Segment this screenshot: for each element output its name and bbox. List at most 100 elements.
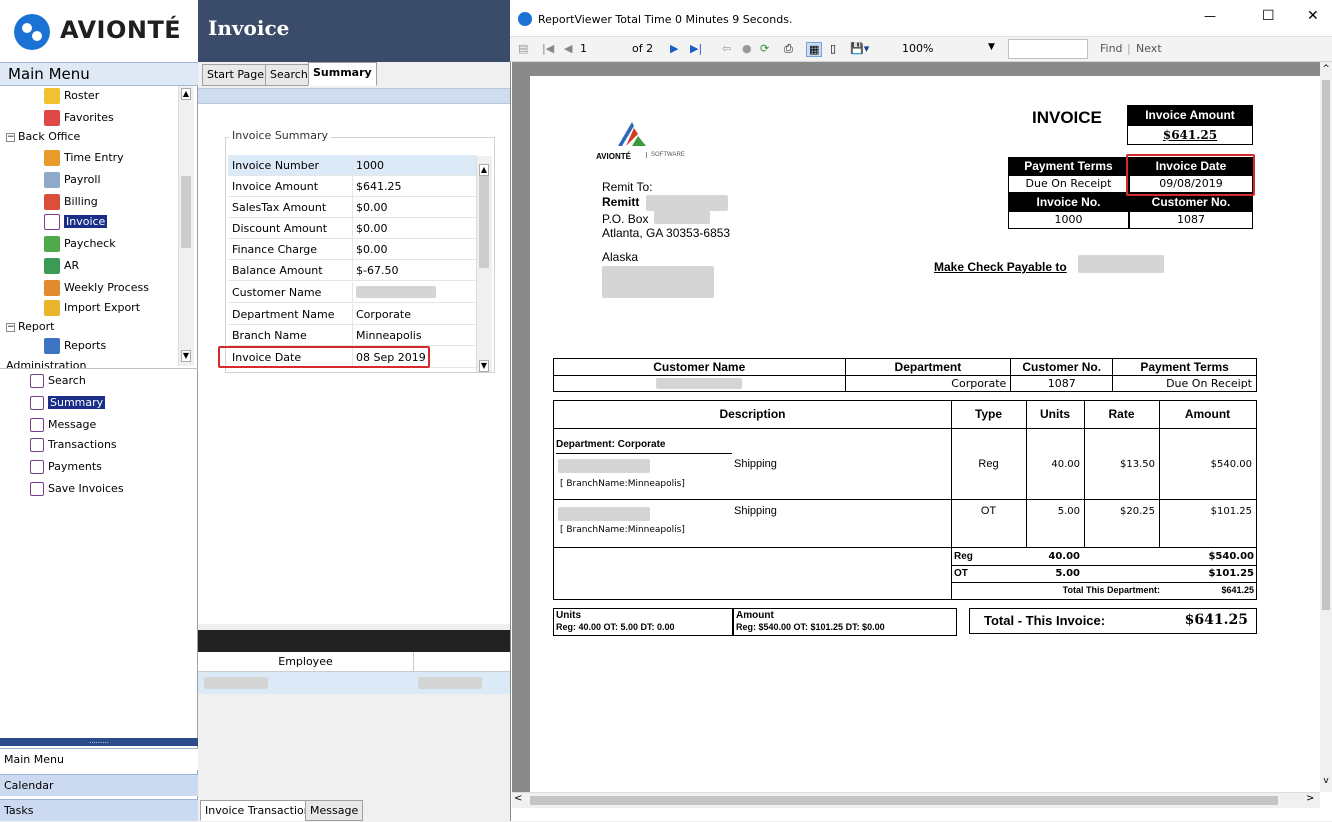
tab-search[interactable]: Search bbox=[265, 64, 313, 86]
nav-main-menu[interactable]: Main Menu bbox=[0, 748, 198, 770]
redacted-address bbox=[602, 266, 714, 298]
tree-item-roster[interactable]: Roster bbox=[44, 86, 99, 106]
print-layout-icon[interactable]: ▦ bbox=[806, 42, 823, 57]
report-horizontal-scrollbar[interactable]: < > bbox=[512, 792, 1320, 808]
invoice-amount-label: Invoice Amount bbox=[1127, 105, 1253, 125]
print-icon[interactable]: ⎙ bbox=[784, 42, 793, 56]
tab-invoice-transaction[interactable]: Invoice Transaction bbox=[200, 800, 316, 821]
remit-name: Remitt bbox=[602, 195, 640, 209]
invoice-date-highlight bbox=[218, 346, 430, 368]
stop-icon[interactable]: ● bbox=[742, 42, 752, 55]
payment-terms-value: Due On Receipt bbox=[1008, 175, 1129, 193]
tree-item-reports[interactable]: Reports bbox=[44, 336, 106, 356]
tree-group-administration[interactable]: Administration bbox=[6, 356, 87, 368]
tree-item-payroll[interactable]: Payroll bbox=[44, 170, 101, 190]
summary-row[interactable]: Invoice Number 1000 bbox=[228, 155, 476, 176]
scroll-up-icon[interactable]: ▲ bbox=[479, 164, 489, 176]
summary-row[interactable]: Finance Charge $0.00 bbox=[228, 239, 476, 260]
department-cell: Corporate bbox=[844, 375, 1012, 392]
back-icon[interactable]: ⇦ bbox=[722, 42, 731, 55]
sub-item-summary[interactable]: Summary bbox=[30, 393, 106, 413]
redacted-value bbox=[646, 195, 728, 211]
zoom-select[interactable]: 100% bbox=[902, 42, 933, 55]
line-units: 40.00 bbox=[1051, 459, 1080, 470]
invoice-no-value: 1000 bbox=[1008, 211, 1129, 229]
summary-scrollbar[interactable]: ▲ ▼ bbox=[476, 156, 492, 372]
nav-calendar[interactable]: Calendar bbox=[0, 774, 198, 796]
total-invoice-box: Total - This Invoice: $641.25 bbox=[969, 608, 1257, 634]
previous-page-icon[interactable]: ◀ bbox=[564, 42, 572, 55]
report-vertical-scrollbar[interactable]: ^ v bbox=[1320, 62, 1332, 792]
maximize-button[interactable]: ☐ bbox=[1262, 8, 1275, 24]
document-map-icon[interactable]: ▤ bbox=[518, 42, 528, 55]
tree-item-weekly-process[interactable]: Weekly Process bbox=[44, 278, 149, 298]
main-menu-tree: Roster Favorites − Back Office Time Entry… bbox=[0, 86, 198, 368]
tree-item-paycheck[interactable]: Paycheck bbox=[44, 234, 116, 254]
avionte-swoosh-icon bbox=[618, 122, 646, 146]
summary-row[interactable]: Discount Amount $0.00 bbox=[228, 218, 476, 239]
tree-item-time-entry[interactable]: Time Entry bbox=[44, 148, 124, 168]
scroll-thumb[interactable] bbox=[479, 176, 489, 268]
scroll-right-icon[interactable]: > bbox=[1306, 793, 1314, 804]
sub-item-message[interactable]: Message bbox=[30, 415, 96, 435]
scroll-up-icon[interactable]: ^ bbox=[1320, 64, 1332, 76]
scroll-left-icon[interactable]: < bbox=[514, 793, 522, 804]
line-description: Shipping bbox=[734, 458, 777, 470]
employee-column-header[interactable]: Employee bbox=[198, 652, 414, 672]
last-page-icon[interactable]: ▶| bbox=[690, 42, 702, 55]
tree-item-import-export[interactable]: Import Export bbox=[44, 298, 140, 318]
tab-start-page[interactable]: Start Page bbox=[202, 64, 269, 86]
tree-group-back-office[interactable]: − Back Office bbox=[6, 128, 80, 146]
sub-item-payments[interactable]: Payments bbox=[30, 457, 102, 477]
billing-icon bbox=[44, 194, 60, 210]
sub-item-transactions[interactable]: Transactions bbox=[30, 435, 117, 455]
refresh-icon[interactable]: ⟳ bbox=[760, 42, 769, 55]
summary-row[interactable]: Balance Amount $-67.50 bbox=[228, 260, 476, 281]
summary-row[interactable]: Invoice Amount $641.25 bbox=[228, 176, 476, 197]
save-invoices-page-icon bbox=[30, 482, 44, 496]
invoice-amount-value: $641.25 bbox=[1127, 125, 1253, 145]
tree-item-invoice[interactable]: Invoice bbox=[44, 212, 108, 232]
find-input[interactable] bbox=[1008, 39, 1088, 59]
scroll-thumb[interactable] bbox=[181, 176, 191, 248]
page-setup-icon[interactable]: ▯ bbox=[830, 42, 836, 55]
export-icon[interactable]: 💾▾ bbox=[850, 42, 869, 55]
tab-message[interactable]: Message bbox=[305, 800, 364, 821]
summary-row[interactable]: Department Name Corporate bbox=[228, 304, 476, 325]
next-page-icon[interactable]: ▶ bbox=[670, 42, 678, 55]
employee-grid-row[interactable] bbox=[198, 672, 510, 694]
scroll-thumb[interactable] bbox=[530, 796, 1278, 805]
scroll-down-icon[interactable]: ▼ bbox=[181, 350, 191, 362]
scroll-up-icon[interactable]: ▲ bbox=[181, 88, 191, 100]
tab-summary[interactable]: Summary bbox=[308, 62, 377, 86]
nav-tasks[interactable]: Tasks bbox=[0, 799, 198, 821]
collapse-icon[interactable]: − bbox=[6, 132, 15, 142]
scroll-thumb[interactable] bbox=[1322, 80, 1330, 610]
sub-item-save-invoices[interactable]: Save Invoices bbox=[30, 479, 124, 499]
scroll-down-icon[interactable]: ▼ bbox=[479, 360, 489, 372]
chevron-down-icon[interactable]: ▼ bbox=[988, 42, 995, 52]
tree-item-ar[interactable]: AR bbox=[44, 256, 79, 276]
app-icon bbox=[518, 12, 532, 26]
summary-row[interactable]: SalesTax Amount $0.00 bbox=[228, 197, 476, 218]
subtotal-type: Reg bbox=[954, 551, 973, 562]
splitter-grip[interactable]: ......... bbox=[0, 738, 198, 746]
first-page-icon[interactable]: |◀ bbox=[542, 42, 554, 55]
sub-item-search[interactable]: Search bbox=[30, 371, 86, 391]
minimize-button[interactable]: — bbox=[1204, 9, 1216, 23]
subtotal-amount: $101.25 bbox=[1208, 568, 1254, 579]
units-summary-value: Reg: 40.00 OT: 5.00 DT: 0.00 bbox=[556, 622, 675, 632]
summary-row[interactable]: Customer Name bbox=[228, 282, 476, 303]
line-amount: $101.25 bbox=[1210, 506, 1252, 517]
close-button[interactable]: ✕ bbox=[1307, 8, 1319, 24]
current-page-input[interactable]: 1 bbox=[580, 42, 587, 55]
tree-item-favorites[interactable]: Favorites bbox=[44, 108, 114, 128]
tree-scrollbar[interactable]: ▲ ▼ bbox=[178, 86, 194, 366]
scroll-down-icon[interactable]: v bbox=[1320, 776, 1332, 788]
summary-row[interactable]: Branch Name Minneapolis bbox=[228, 325, 476, 346]
find-link[interactable]: Find bbox=[1100, 42, 1123, 55]
tree-group-report[interactable]: − Report bbox=[6, 318, 54, 336]
next-link[interactable]: Next bbox=[1136, 42, 1162, 55]
collapse-icon[interactable]: − bbox=[6, 322, 15, 332]
tree-item-billing[interactable]: Billing bbox=[44, 192, 98, 212]
